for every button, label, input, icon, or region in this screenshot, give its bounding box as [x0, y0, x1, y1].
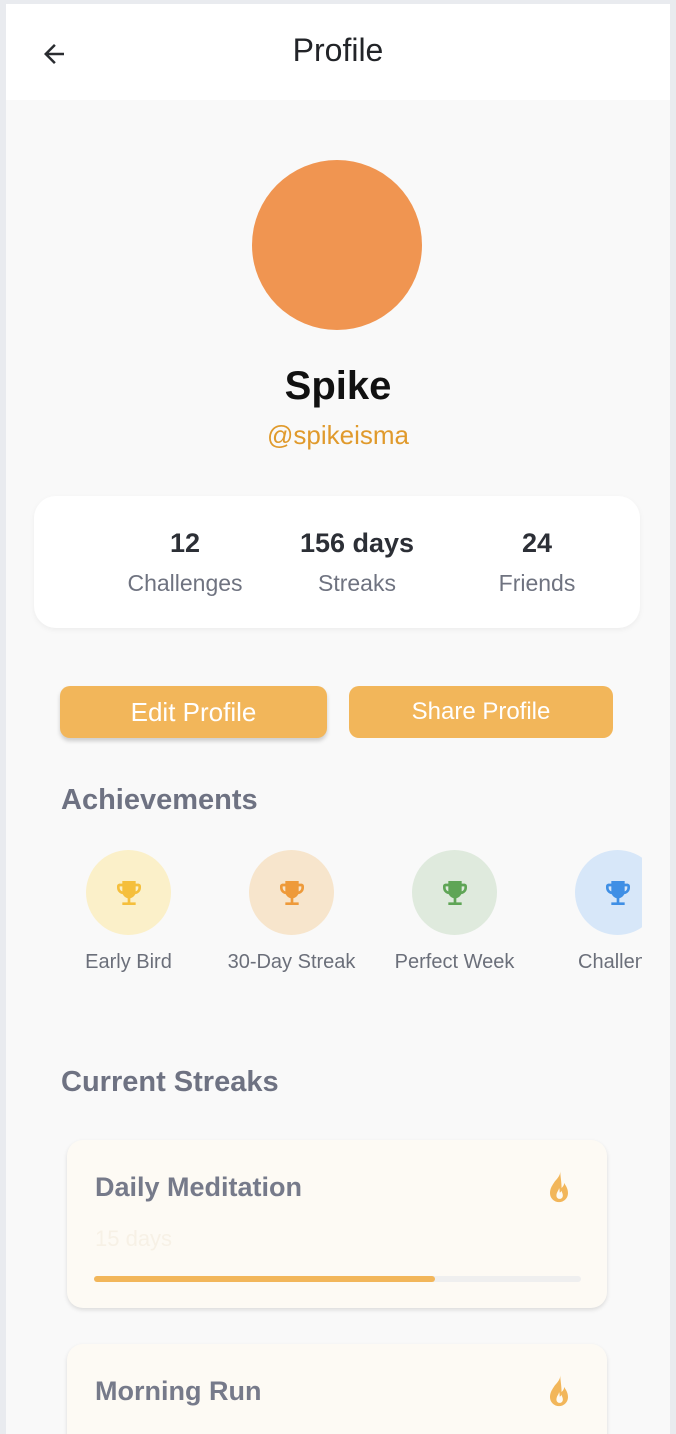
streak-progress-fill [94, 1276, 435, 1282]
achievement-label: Perfect Week [394, 951, 515, 973]
stat-label: Challenges [127, 570, 243, 596]
achievement-label: Challeng [578, 951, 642, 973]
trophy-icon [605, 880, 630, 905]
achievement-badge [249, 850, 334, 935]
avatar [252, 160, 422, 330]
stat-value: 156 days [299, 528, 415, 558]
flame-icon [550, 1171, 568, 1203]
trophy-icon [116, 880, 141, 905]
stats-card: 12 Challenges 156 days Streaks 24 Friend… [34, 496, 640, 628]
streak-card-morning-run[interactable]: Morning Run [67, 1344, 607, 1434]
profile-name: Spike [284, 364, 392, 408]
stat-streaks: 156 days Streaks [257, 526, 457, 597]
trophy-icon [279, 880, 304, 905]
achievements-heading: Achievements [61, 784, 258, 816]
streak-name: Daily Meditation [95, 1172, 303, 1202]
stat-friends: 24 Friends [437, 526, 637, 597]
achievement-early-bird[interactable]: Early Bird [47, 850, 210, 974]
achievement-badge [86, 850, 171, 935]
page-title: Profile [292, 32, 384, 68]
achievements-list[interactable]: Early Bird 30-Day Streak Perfect Week Ch… [6, 850, 642, 990]
streak-card-daily-meditation[interactable]: Daily Meditation 15 days [67, 1140, 607, 1308]
achievement-badge [575, 850, 642, 935]
app-bar: Profile [6, 4, 670, 100]
achievement-30-day-streak[interactable]: 30-Day Streak [210, 850, 373, 974]
achievement-label: 30-Day Streak [227, 951, 356, 973]
flame-icon [550, 1375, 568, 1407]
stat-value: 24 [521, 528, 553, 558]
trophy-icon [442, 880, 467, 905]
stat-challenges: 12 Challenges [85, 526, 285, 597]
stat-value: 12 [169, 528, 201, 558]
achievement-badge [412, 850, 497, 935]
streak-name: Morning Run [95, 1376, 262, 1406]
profile-screen: Profile Spike @spikeisma 12 Challenges 1… [6, 4, 670, 1434]
share-profile-button[interactable]: Share Profile [349, 686, 613, 738]
stat-label: Streaks [318, 570, 396, 596]
streak-days: 15 days [95, 1226, 173, 1251]
achievement-challenge[interactable]: Challeng [536, 850, 642, 974]
profile-handle: @spikeisma [267, 420, 409, 450]
achievement-perfect-week[interactable]: Perfect Week [373, 850, 536, 974]
edit-profile-button[interactable]: Edit Profile [60, 686, 327, 738]
streak-progress-track [94, 1276, 581, 1282]
stat-label: Friends [498, 570, 576, 596]
achievement-label: Early Bird [85, 951, 172, 973]
current-streaks-heading: Current Streaks [61, 1066, 279, 1098]
